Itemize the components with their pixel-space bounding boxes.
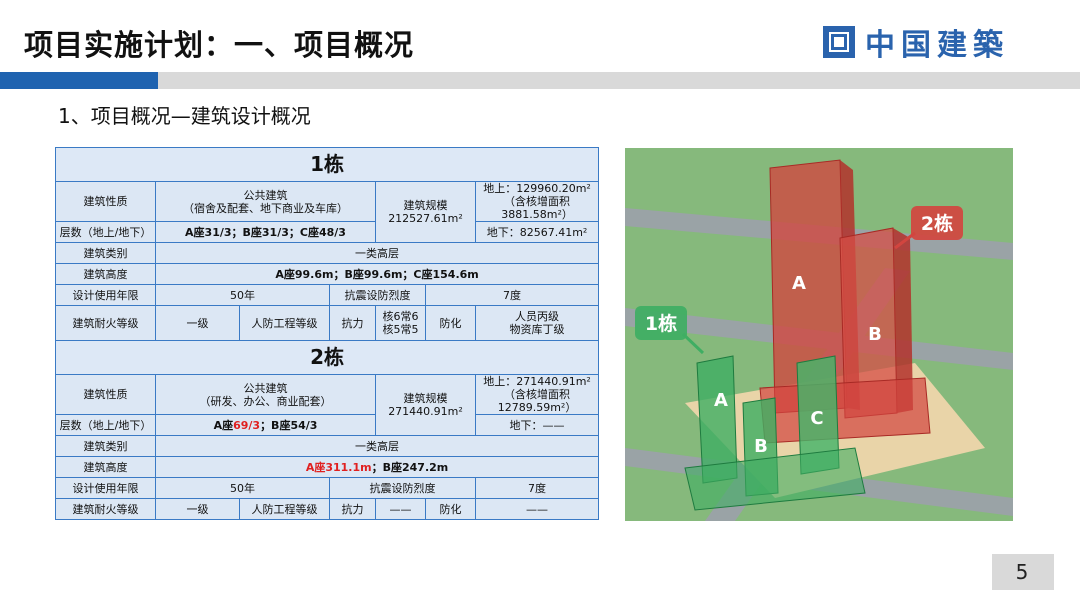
- b2-life-value: 50年: [155, 477, 330, 499]
- b1-nature-line2: （宿舍及配套、地下商业及车库）: [183, 201, 348, 215]
- b2-fire-label: 建筑耐火等级: [55, 498, 156, 520]
- tower1-c-label: C: [810, 408, 823, 429]
- b2-protect-value: ——: [474, 498, 600, 520]
- building2-tag-text: 2栋: [921, 212, 953, 235]
- b2-category-value: 一类高层: [154, 435, 600, 457]
- b2-life-label: 设计使用年限: [55, 477, 156, 499]
- b2-floors-value: A座69/3；B座54/3: [155, 414, 376, 436]
- b2-nature-line2: （研发、办公、商业配套）: [199, 394, 332, 408]
- page-title: 项目实施计划：一、项目概况: [24, 28, 415, 62]
- b1-above-line1: 地上：129960.20m²: [483, 182, 591, 195]
- company-logo: 中国建築: [823, 22, 1009, 63]
- building1-title: 1栋: [54, 147, 600, 182]
- b1-life-label: 设计使用年限: [55, 284, 156, 306]
- tower1-a-label: A: [714, 390, 728, 411]
- b2-scale-value: 271440.91m²: [388, 405, 463, 418]
- b1-nature-value: 公共建筑 （宿舍及配套、地下商业及车库）: [155, 181, 376, 222]
- b1-protect-line1: 人员丙级: [515, 310, 560, 323]
- b1-below-ground: 地下：82567.41m²: [474, 221, 600, 243]
- b1-floors-value: A座31/3；B座31/3；C座48/3: [155, 221, 376, 243]
- site-rendering: A B A B C 2栋 1栋: [625, 148, 1013, 521]
- b2-above-line1: 地上：271440.91m²: [483, 375, 591, 388]
- b2-category-label: 建筑类别: [55, 435, 156, 457]
- b1-resist-line2: 核5常5: [382, 323, 419, 336]
- tower2-a-label: A: [792, 273, 806, 294]
- b1-nature-line1: 公共建筑: [243, 188, 288, 202]
- b1-resist-value: 核6常6 核5常5: [375, 305, 426, 341]
- b1-scale: 建筑规模 212527.61m²: [375, 181, 476, 243]
- b2-floors-a-value: 69/3: [233, 418, 261, 432]
- b2-scale-label: 建筑规模: [403, 392, 448, 405]
- b1-seismic-label: 抗震设防烈度: [329, 284, 426, 306]
- header-band: [0, 72, 1080, 89]
- b1-nature-label: 建筑性质: [55, 181, 156, 222]
- b2-seismic-label: 抗震设防烈度: [329, 477, 476, 499]
- b1-protect-line2: 物资库丁级: [509, 323, 565, 336]
- building2-title: 2栋: [54, 340, 600, 375]
- b1-scale-label: 建筑规模: [403, 199, 448, 212]
- b2-protect-label: 防化: [425, 498, 476, 520]
- b2-nature-label: 建筑性质: [55, 374, 156, 415]
- page-number: 5: [1015, 560, 1029, 584]
- b2-floors-b: ；B座54/3: [260, 418, 318, 432]
- b2-height-a: A座311.1m: [305, 460, 372, 474]
- b2-height-b: ；B座247.2m: [371, 460, 449, 474]
- b1-seismic-value: 7度: [424, 284, 600, 306]
- logo-text: 中国建築: [865, 28, 1009, 63]
- b1-civil-label: 人防工程等级: [239, 305, 330, 341]
- b2-civil-label: 人防工程等级: [239, 498, 330, 520]
- design-overview-table: 1栋 建筑性质 公共建筑 （宿舍及配套、地下商业及车库） 建筑规模 212527…: [54, 147, 600, 520]
- b2-resist-value: ——: [375, 498, 426, 520]
- b1-life-value: 50年: [155, 284, 330, 306]
- b1-fire-label: 建筑耐火等级: [55, 305, 156, 341]
- header-band-accent: [0, 72, 158, 89]
- b2-fire-value: 一级: [155, 498, 240, 520]
- b1-scale-value: 212527.61m²: [388, 212, 463, 225]
- b2-seismic-value: 7度: [474, 477, 600, 499]
- tower2-podium: [759, 377, 931, 444]
- b2-height-value: A座311.1m；B座247.2m: [154, 456, 600, 478]
- b1-height-label: 建筑高度: [55, 263, 156, 285]
- b2-below-ground: 地下：——: [474, 414, 600, 436]
- b2-above-ground: 地上：271440.91m² （含核增面积12789.59m²）: [474, 374, 600, 415]
- b1-floors-label: 层数（地上/地下）: [55, 221, 156, 243]
- b1-protect-value: 人员丙级 物资库丁级: [474, 305, 600, 341]
- b2-resist-label: 抗力: [329, 498, 376, 520]
- b1-fire-value: 一级: [155, 305, 240, 341]
- b2-nature-value: 公共建筑 （研发、办公、商业配套）: [155, 374, 376, 415]
- rendering-svg: A B A B C 2栋 1栋: [625, 148, 1013, 521]
- b2-nature-line1: 公共建筑: [243, 381, 288, 395]
- b2-height-label: 建筑高度: [55, 456, 156, 478]
- b1-height-value: A座99.6m；B座99.6m；C座154.6m: [154, 263, 600, 285]
- building1-tag-text: 1栋: [645, 312, 677, 335]
- b2-floors-a-prefix: A座: [213, 418, 234, 432]
- tower1-b-label: B: [754, 436, 768, 457]
- tower2-b-label: B: [868, 324, 882, 345]
- b1-resist-line1: 核6常6: [382, 310, 419, 323]
- b2-scale: 建筑规模 271440.91m²: [375, 374, 476, 436]
- b1-protect-label: 防化: [425, 305, 476, 341]
- b2-floors-label: 层数（地上/地下）: [55, 414, 156, 436]
- b1-resist-label: 抗力: [329, 305, 376, 341]
- b1-above-ground: 地上：129960.20m² （含核增面积3881.58m²）: [474, 181, 600, 222]
- section-subtitle: 1、项目概况—建筑设计概况: [58, 104, 311, 128]
- b1-above-line2: （含核增面积3881.58m²）: [501, 195, 573, 221]
- logo-mark-icon: [823, 26, 855, 58]
- b1-category-label: 建筑类别: [55, 242, 156, 264]
- b2-above-line2: （含核增面积12789.59m²）: [497, 388, 577, 414]
- b1-category-value: 一类高层: [154, 242, 600, 264]
